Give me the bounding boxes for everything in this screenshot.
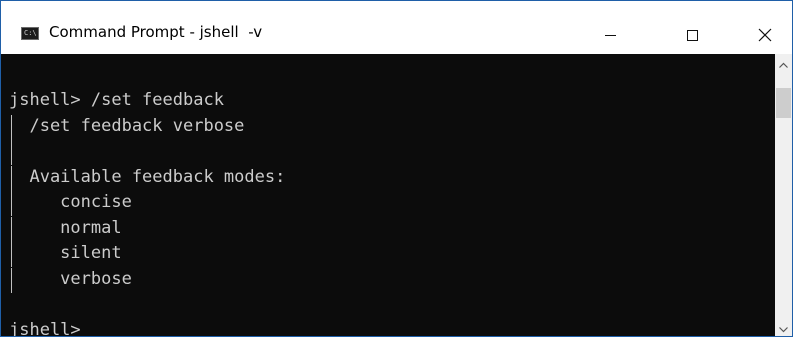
close-button[interactable] <box>738 17 792 53</box>
close-icon <box>758 28 772 42</box>
console-line: /set feedback verbose <box>9 114 285 140</box>
command-prompt-window: C:\ Command Prompt - jshell -v jshell> /… <box>0 0 793 337</box>
chevron-up-icon <box>779 53 788 72</box>
continuation-bar <box>11 242 12 267</box>
console-line-text: normal <box>9 217 122 238</box>
scroll-down-button[interactable] <box>775 319 792 336</box>
console-line: jshell> /set feedback <box>9 88 285 114</box>
scroll-up-button[interactable] <box>775 54 792 71</box>
console-line: jshell> <box>9 318 285 337</box>
console-line-text: Available feedback modes: <box>9 166 286 187</box>
console-line: verbose <box>9 267 285 293</box>
maximize-icon <box>686 29 698 41</box>
title-bar[interactable]: C:\ Command Prompt - jshell -v <box>1 1 792 54</box>
continuation-bar <box>11 114 12 140</box>
console-line: normal <box>9 216 285 242</box>
command-prompt-icon[interactable]: C:\ <box>21 27 39 40</box>
continuation-bar <box>11 165 12 191</box>
console-line-text: jshell> /set feedback <box>9 90 224 110</box>
command-prompt-icon-text: C:\ <box>24 29 37 37</box>
vertical-scrollbar[interactable] <box>775 54 792 336</box>
console-line: Available feedback modes: <box>9 165 285 191</box>
continuation-bar <box>11 191 12 216</box>
console-line: concise <box>9 190 285 216</box>
console-output[interactable]: jshell> /set feedback /set feedback verb… <box>1 54 775 336</box>
console-line-text: /set feedback verbose <box>9 115 245 136</box>
console-line-text: jshell> <box>9 319 81 337</box>
minimize-icon <box>604 35 616 36</box>
continuation-bar <box>11 216 12 242</box>
console-line: silent <box>9 241 285 267</box>
window-title: Command Prompt - jshell -v <box>49 23 263 41</box>
scrollbar-thumb[interactable] <box>776 88 791 118</box>
maximize-button[interactable] <box>665 17 719 53</box>
continuation-bar <box>11 267 12 293</box>
console-line <box>9 139 285 165</box>
console-line-text: silent <box>9 243 122 263</box>
console-line-text: concise <box>9 192 132 212</box>
chevron-down-icon <box>779 318 788 337</box>
minimize-button[interactable] <box>583 17 637 53</box>
console-line-text: verbose <box>9 268 132 289</box>
console-lines: jshell> /set feedback /set feedback verb… <box>9 88 285 336</box>
continuation-bar <box>11 140 12 165</box>
